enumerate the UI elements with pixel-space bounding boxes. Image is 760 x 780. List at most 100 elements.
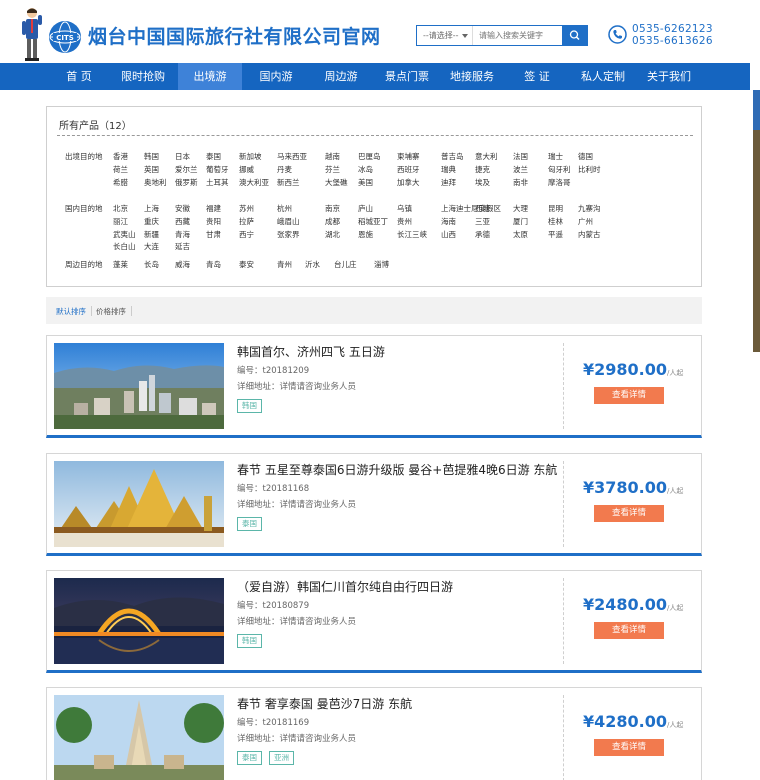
destination-link[interactable]: 拉萨	[239, 216, 254, 227]
product-image[interactable]	[54, 461, 224, 547]
destination-link[interactable]: 大堡礁	[325, 177, 348, 188]
destination-link[interactable]: 越南	[325, 151, 340, 162]
destination-link[interactable]: 西藏	[175, 216, 190, 227]
destination-link[interactable]: 大连	[144, 241, 159, 252]
destination-link[interactable]: 挪威	[239, 164, 254, 175]
destination-link[interactable]: 新西兰	[277, 177, 300, 188]
destination-link[interactable]: 杭州	[277, 203, 292, 214]
destination-link[interactable]: 埃及	[475, 177, 490, 188]
destination-link[interactable]: 青州	[277, 259, 292, 270]
destination-link[interactable]: 长岛	[144, 259, 159, 270]
destination-link[interactable]: 稻城亚丁	[358, 216, 388, 227]
product-title[interactable]: 韩国首尔、济州四飞 五日游	[237, 343, 385, 360]
product-title[interactable]: （爱自游）韩国仁川首尔纯自由行四日游	[237, 578, 453, 595]
destination-link[interactable]: 瑞士	[548, 151, 563, 162]
destination-link[interactable]: 澳大利亚	[239, 177, 269, 188]
destination-link[interactable]: 新加坡	[239, 151, 262, 162]
destination-link[interactable]: 苏州	[239, 203, 254, 214]
destination-link[interactable]: 西塘	[475, 203, 490, 214]
destination-link[interactable]: 成都	[325, 216, 340, 227]
view-details-button[interactable]: 查看详情	[594, 739, 664, 756]
nav-item-outbound[interactable]: 出境游	[178, 63, 242, 90]
nav-item-tickets[interactable]: 景点门票	[374, 63, 440, 90]
destination-link[interactable]: 新疆	[144, 229, 159, 240]
destination-link[interactable]: 迪拜	[441, 177, 456, 188]
view-details-button[interactable]: 查看详情	[594, 622, 664, 639]
destination-link[interactable]: 峨眉山	[277, 216, 300, 227]
destination-link[interactable]: 三亚	[475, 216, 490, 227]
destination-link[interactable]: 北京	[113, 203, 128, 214]
destination-link[interactable]: 西宁	[239, 229, 254, 240]
product-card[interactable]: 韩国首尔、济州四飞 五日游 编号：t20181209 详细地址：详情请咨询业务人…	[46, 335, 702, 438]
product-image[interactable]	[54, 343, 224, 429]
sort-price[interactable]: 价格排序	[96, 306, 126, 317]
product-title[interactable]: 春节 五星至尊泰国6日游升级版 曼谷+芭提雅4晚6日游 东航	[237, 461, 557, 478]
destination-link[interactable]: 青海	[175, 229, 190, 240]
destination-link[interactable]: 长江三峡	[397, 229, 427, 240]
search-input[interactable]	[475, 26, 561, 45]
destination-link[interactable]: 摩洛哥	[548, 177, 571, 188]
view-details-button[interactable]: 查看详情	[594, 505, 664, 522]
destination-link[interactable]: 普吉岛	[441, 151, 464, 162]
destination-link[interactable]: 台儿庄	[334, 259, 357, 270]
destination-link[interactable]: 太原	[513, 229, 528, 240]
search-category-select[interactable]: --请选择--	[417, 26, 473, 45]
product-card[interactable]: 春节 奢享泰国 曼芭沙7日游 东航 编号：t20181169 详细地址：详情请咨…	[46, 687, 702, 780]
destination-link[interactable]: 厦门	[513, 216, 528, 227]
product-image[interactable]	[54, 578, 224, 664]
destination-link[interactable]: 泰安	[239, 259, 254, 270]
destination-link[interactable]: 乌镇	[397, 203, 412, 214]
destination-link[interactable]: 西班牙	[397, 164, 420, 175]
destination-link[interactable]: 昆明	[548, 203, 563, 214]
destination-link[interactable]: 恩施	[358, 229, 373, 240]
destination-link[interactable]: 上海迪士尼度假区	[441, 203, 501, 214]
destination-link[interactable]: 丹麦	[277, 164, 292, 175]
destination-link[interactable]: 南非	[513, 177, 528, 188]
destination-link[interactable]: 土耳其	[206, 177, 229, 188]
search-button[interactable]	[562, 25, 588, 46]
destination-link[interactable]: 马来西亚	[277, 151, 307, 162]
destination-link[interactable]: 蓬莱	[113, 259, 128, 270]
destination-link[interactable]: 海南	[441, 216, 456, 227]
destination-link[interactable]: 张家界	[277, 229, 300, 240]
destination-link[interactable]: 长白山	[113, 241, 136, 252]
destination-link[interactable]: 南京	[325, 203, 340, 214]
nav-item-custom[interactable]: 私人定制	[570, 63, 636, 90]
product-title[interactable]: 春节 奢享泰国 曼芭沙7日游 东航	[237, 695, 412, 712]
destination-tag[interactable]: 亚洲	[269, 751, 294, 765]
destination-link[interactable]: 甘肃	[206, 229, 221, 240]
destination-link[interactable]: 淄博	[374, 259, 389, 270]
nav-item-flash-sale[interactable]: 限时抢购	[112, 63, 174, 90]
destination-link[interactable]: 荷兰	[113, 164, 128, 175]
destination-link[interactable]: 意大利	[475, 151, 498, 162]
destination-tag[interactable]: 韩国	[237, 399, 262, 413]
destination-link[interactable]: 延吉	[175, 241, 190, 252]
destination-link[interactable]: 威海	[175, 259, 190, 270]
destination-link[interactable]: 上海	[144, 203, 159, 214]
destination-link[interactable]: 柬埔寨	[397, 151, 420, 162]
destination-link[interactable]: 安徽	[175, 203, 190, 214]
destination-link[interactable]: 日本	[175, 151, 190, 162]
destination-link[interactable]: 九寨沟	[578, 203, 601, 214]
destination-link[interactable]: 韩国	[144, 151, 159, 162]
destination-link[interactable]: 贵州	[397, 216, 412, 227]
destination-link[interactable]: 希腊	[113, 177, 128, 188]
destination-link[interactable]: 大理	[513, 203, 528, 214]
destination-link[interactable]: 奥地利	[144, 177, 167, 188]
destination-link[interactable]: 瑞典	[441, 164, 456, 175]
destination-link[interactable]: 香港	[113, 151, 128, 162]
destination-tag[interactable]: 韩国	[237, 634, 262, 648]
destination-link[interactable]: 丽江	[113, 216, 128, 227]
product-image[interactable]	[54, 695, 224, 780]
destination-tag[interactable]: 泰国	[237, 751, 262, 765]
destination-link[interactable]: 俄罗斯	[175, 177, 198, 188]
destination-link[interactable]: 比利时	[578, 164, 601, 175]
destination-link[interactable]: 芬兰	[325, 164, 340, 175]
destination-link[interactable]: 波兰	[513, 164, 528, 175]
nav-item-local-service[interactable]: 地接服务	[440, 63, 504, 90]
nav-item-domestic[interactable]: 国内游	[246, 63, 306, 90]
destination-link[interactable]: 福建	[206, 203, 221, 214]
destination-link[interactable]: 匈牙利	[548, 164, 571, 175]
destination-link[interactable]: 广州	[578, 216, 593, 227]
sort-default[interactable]: 默认排序	[56, 306, 86, 317]
